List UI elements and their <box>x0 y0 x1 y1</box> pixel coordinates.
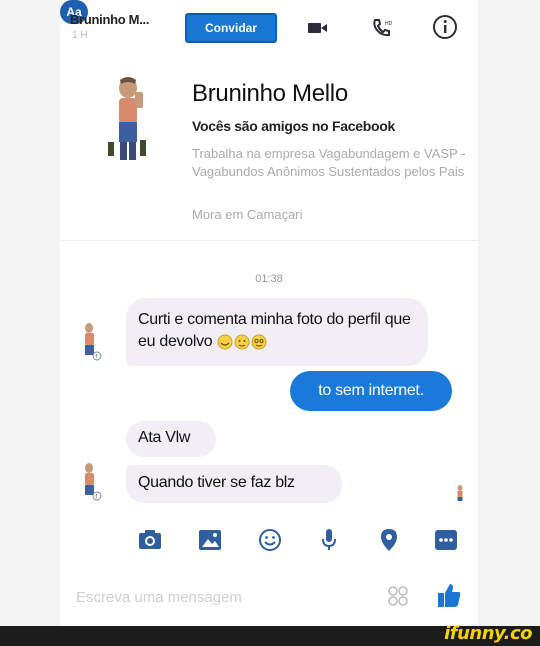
emoji-icon[interactable] <box>257 527 283 553</box>
messenger-screen: Bruninho M... 1 H Convidar HD Bruninho M… <box>60 0 478 626</box>
message-bubble-incoming[interactable]: Curti e comenta minha foto do perfil que… <box>126 298 428 366</box>
right-margin <box>478 0 540 626</box>
divider <box>60 240 478 241</box>
video-call-icon[interactable] <box>306 17 330 39</box>
message-bubble-outgoing[interactable]: to sem internet. <box>290 371 452 411</box>
camera-icon[interactable] <box>137 527 163 553</box>
contact-avatar[interactable]: f <box>80 322 102 362</box>
invite-button[interactable]: Convidar <box>185 13 277 43</box>
message-input[interactable] <box>76 585 376 609</box>
ifunny-watermark: ifunny.co <box>444 623 532 644</box>
message-text: Curti e comenta minha foto do perfil que… <box>138 311 411 350</box>
message-bubble-incoming[interactable]: Quando tiver se faz blz <box>126 465 342 503</box>
watermark-bar: ifunny.co <box>0 623 540 646</box>
location-icon[interactable] <box>376 527 402 553</box>
like-thumb-icon[interactable] <box>436 581 462 609</box>
profile-work: Trabalha na empresa Vagabundagem e VASP … <box>192 146 466 179</box>
microphone-icon[interactable] <box>316 527 342 553</box>
seen-indicator-icon <box>457 485 463 501</box>
contact-avatar[interactable]: f <box>80 462 102 502</box>
info-icon[interactable] <box>432 14 458 40</box>
message-timestamp: 01:38 <box>255 273 283 285</box>
phone-call-icon[interactable]: HD <box>370 17 394 39</box>
more-icon[interactable] <box>433 527 459 553</box>
friendship-status: Vocês são amigos no Facebook <box>192 118 395 134</box>
left-margin <box>0 0 60 626</box>
contact-name[interactable]: Bruninho M... <box>70 12 149 27</box>
conversation-header: Bruninho M... 1 H Convidar HD <box>60 0 478 58</box>
gallery-icon[interactable] <box>197 527 223 553</box>
emoji-icon-group <box>217 334 267 350</box>
svg-text:HD: HD <box>385 21 393 27</box>
profile-photo[interactable] <box>104 74 154 164</box>
sticker-icon[interactable] <box>386 584 410 608</box>
profile-city: Mora em Camaçari <box>192 207 303 222</box>
profile-name: Bruninho Mello <box>192 80 348 107</box>
message-bubble-incoming[interactable]: Ata Vlw <box>126 421 216 457</box>
last-active: 1 H <box>72 30 88 41</box>
